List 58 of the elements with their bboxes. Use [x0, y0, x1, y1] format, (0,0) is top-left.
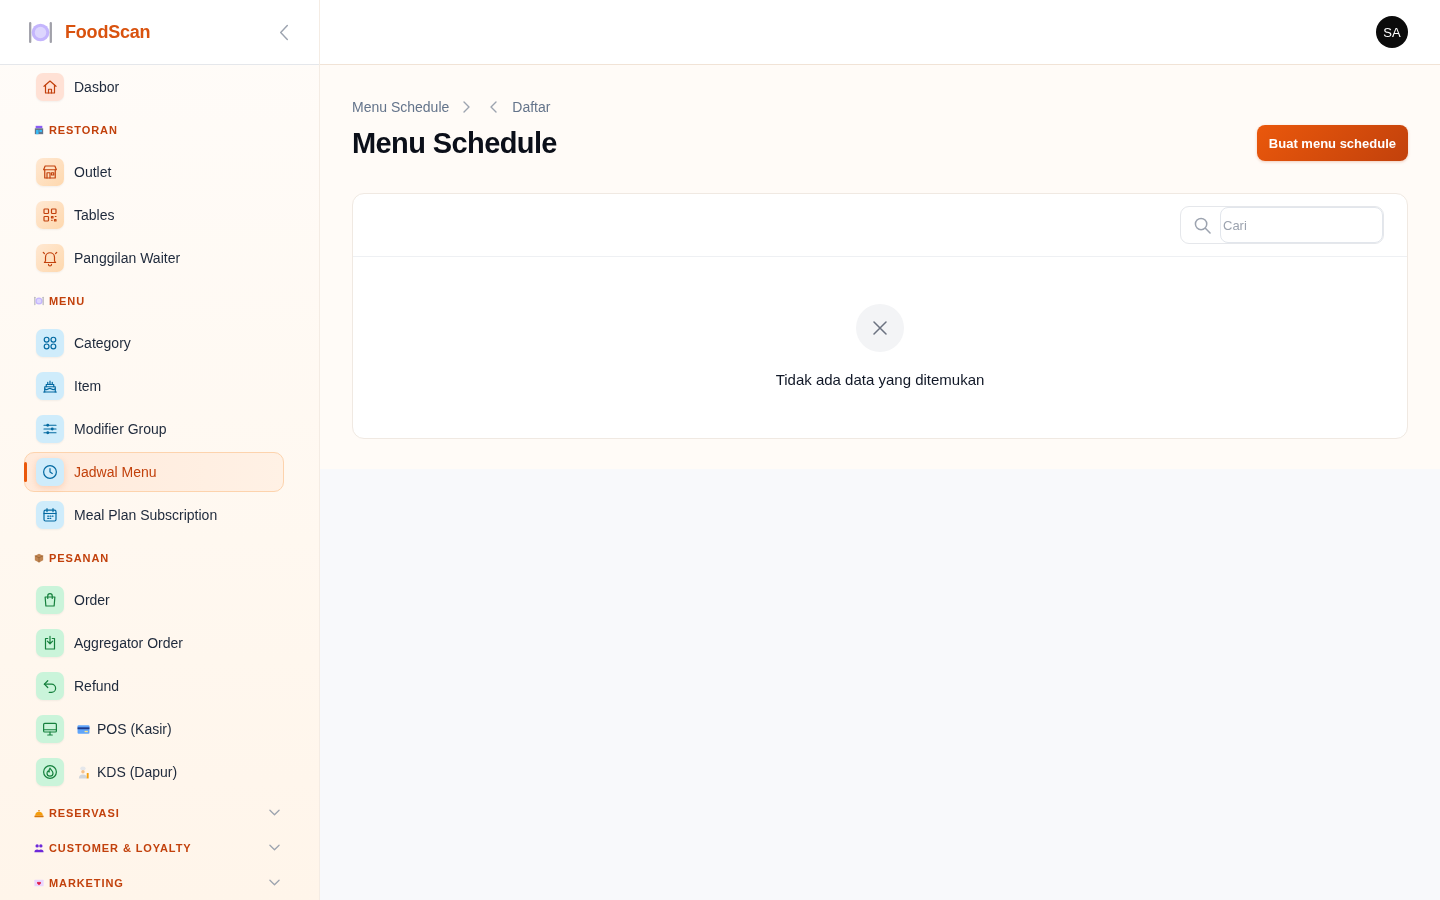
- create-button[interactable]: Buat menu schedule: [1256, 125, 1408, 161]
- search-icon: [1194, 216, 1211, 234]
- section-toggle[interactable]: CUSTOMER & LOYALTY: [0, 830, 319, 865]
- monitor-icon: [36, 715, 64, 743]
- sidebar-item[interactable]: POS (Kasir): [24, 709, 284, 749]
- section-heading: MENU: [49, 295, 85, 307]
- people-icon: [34, 842, 44, 853]
- grid-icon: [36, 329, 64, 357]
- sidebar-item[interactable]: Refund: [24, 666, 284, 706]
- sidebar-item[interactable]: Panggilan Waiter: [24, 238, 284, 278]
- chevron-down-icon: [269, 879, 280, 886]
- sidebar-item[interactable]: Item: [24, 366, 284, 406]
- chevron-down-icon: [269, 809, 280, 816]
- sidebar-item[interactable]: Dasbor: [24, 67, 284, 107]
- breadcrumb-current: Daftar: [512, 99, 551, 115]
- flame-icon: [36, 758, 64, 786]
- breadcrumb-link[interactable]: Menu Schedule: [352, 99, 450, 115]
- sidebar-item[interactable]: Outlet: [24, 152, 284, 192]
- chevron-left-icon[interactable]: [490, 101, 498, 113]
- search-field[interactable]: Cari: [1180, 206, 1384, 244]
- shop-icon: [34, 125, 44, 135]
- sidebar-item[interactable]: KDS (Dapur): [24, 752, 284, 792]
- download-icon: [36, 629, 64, 657]
- cake-icon: [36, 372, 64, 400]
- sidebar-item[interactable]: Tables: [24, 195, 284, 235]
- chevron-left-icon[interactable]: [279, 23, 289, 41]
- sidebar-item[interactable]: Category: [24, 323, 284, 363]
- sidebar-item[interactable]: Order: [24, 580, 284, 620]
- card-icon: [77, 722, 90, 736]
- section-toggle[interactable]: MARKETING: [0, 865, 319, 900]
- sidebar-item[interactable]: Modifier Group: [24, 409, 284, 449]
- page-title: Menu Schedule: [352, 126, 557, 160]
- close-icon: [856, 304, 904, 352]
- section-heading: RESTORAN: [49, 124, 118, 136]
- sidebar-item[interactable]: Jadwal Menu: [24, 452, 284, 492]
- calendar-icon: [36, 501, 64, 529]
- sliders-icon: [36, 415, 64, 443]
- chevron-right-icon: [463, 101, 471, 113]
- section-toggle[interactable]: RESERVASI: [0, 795, 319, 830]
- empty-message: Tidak ada data yang ditemukan: [775, 370, 985, 390]
- user-avatar[interactable]: SA: [1376, 16, 1408, 48]
- chef-icon: [77, 765, 90, 779]
- clock-icon: [36, 458, 64, 486]
- home-icon: [36, 73, 64, 101]
- plate-icon: [28, 19, 53, 45]
- brand-name: FoodScan: [65, 21, 151, 43]
- store-icon: [36, 158, 64, 186]
- package-icon: [34, 553, 44, 563]
- chevron-down-icon: [269, 844, 280, 851]
- sidebar-item[interactable]: Aggregator Order: [24, 623, 284, 663]
- love-letter-icon: [34, 877, 44, 888]
- sidebar-item[interactable]: Meal Plan Subscription: [24, 495, 284, 535]
- bell-icon: [36, 244, 64, 272]
- shopping-bag-icon: [36, 586, 64, 614]
- section-heading: PESANAN: [49, 552, 110, 564]
- bell-icon: [34, 807, 44, 818]
- plate-icon: [34, 296, 44, 306]
- qr-code-icon: [36, 201, 64, 229]
